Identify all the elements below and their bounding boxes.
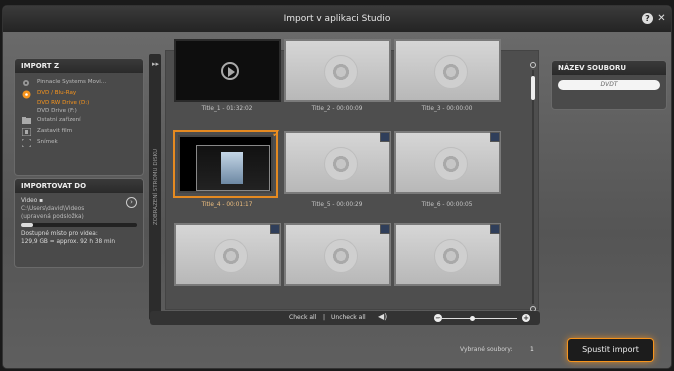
thumbnail-title-4[interactable]: ✓ <box>173 127 281 198</box>
thumbnail-title-6[interactable] <box>394 131 501 194</box>
thumbnail-title-5[interactable] <box>284 131 391 194</box>
drive-item-f[interactable]: DVD Drive (F:) <box>15 107 143 115</box>
speaker-icon[interactable]: ◀) <box>378 312 387 321</box>
separator: | <box>323 314 326 321</box>
scroll-thumb[interactable] <box>531 76 535 100</box>
film-icon <box>21 127 32 137</box>
source-label: Zastavit film <box>37 128 73 134</box>
source-label: Ostatní zařízení <box>37 117 81 123</box>
thumbnail-grid: Title_1 - 01:32:02 Title_2 - 00:00:09 Ti… <box>165 39 539 310</box>
disc-placeholder-icon <box>324 147 358 181</box>
checkbox[interactable] <box>490 132 500 142</box>
play-icon <box>221 62 239 80</box>
titlebar: Import v aplikaci Studio ? ✕ <box>3 6 671 32</box>
check-all-link[interactable]: Check all <box>289 314 316 321</box>
thumbnail-title-7[interactable] <box>174 223 281 286</box>
disc-placeholder-icon <box>214 239 248 273</box>
free-space-bar <box>21 223 137 227</box>
source-item-snapshot[interactable]: Snímek <box>15 137 143 148</box>
scroll-up-button[interactable] <box>530 62 536 68</box>
zoom-slider-track[interactable] <box>439 318 517 319</box>
thumbnail-title-3[interactable] <box>394 39 501 102</box>
disc-tree-tab[interactable]: ▸▸ ZOBRAZENÍ STROMU DISKU <box>149 54 161 320</box>
disc-icon <box>22 90 31 99</box>
free-space-label: Dostupné místo pro videa: <box>21 231 98 237</box>
destination-note: (upravená podsložka) <box>21 214 84 220</box>
disc-placeholder-icon <box>324 55 358 89</box>
disc-placeholder-icon <box>324 239 358 273</box>
thumbnail-caption: Title_6 - 00:00:05 <box>421 202 473 208</box>
frame-icon <box>21 138 32 148</box>
zoom-slider-knob[interactable] <box>470 316 475 321</box>
source-item-other-devices[interactable]: Ostatní zařízení <box>15 115 143 126</box>
thumbnail-caption: Title_3 - 00:00:00 <box>421 106 473 112</box>
scroll-track[interactable] <box>532 70 534 304</box>
source-item-dvd[interactable]: DVD / Blu-Ray <box>15 88 143 99</box>
gear-icon <box>22 79 30 86</box>
close-icon[interactable]: ✕ <box>656 13 667 24</box>
disc-tree-tab-label: ZOBRAZENÍ STROMU DISKU <box>153 148 159 226</box>
filename-header: NÁZEV SOUBORU <box>552 61 666 75</box>
source-label: DVD / Blu-Ray <box>37 90 77 96</box>
disc-placeholder-icon <box>434 147 468 181</box>
help-icon[interactable]: ? <box>642 13 653 24</box>
browse-folder-button[interactable]: › <box>126 197 137 208</box>
thumbnail-title-1[interactable] <box>174 39 281 102</box>
window-title: Import v aplikaci Studio <box>283 14 391 24</box>
folder-icon <box>22 117 31 124</box>
content-area: IMPORT Z Pinnacle Systems Movi... DVD / … <box>3 32 671 368</box>
import-from-header: IMPORT Z <box>15 59 143 73</box>
import-to-header: IMPORTOVAT DO <box>15 179 143 193</box>
import-to-panel: IMPORTOVAT DO Video ▪ C:\Users\david\Vid… <box>14 178 144 268</box>
import-from-panel: IMPORT Z Pinnacle Systems Movi... DVD / … <box>14 58 144 176</box>
video-label: Video <box>21 198 38 204</box>
destination-path: C:\Users\david\Videos <box>21 206 85 212</box>
thumbnail-title-9[interactable] <box>394 223 501 286</box>
disc-placeholder-icon <box>434 239 468 273</box>
selected-files-label: Vybrané soubory: <box>460 346 513 353</box>
grid-toolbar: Check all | Uncheck all ◀) − + <box>150 311 540 325</box>
thumbnail-image <box>196 145 270 191</box>
checkbox[interactable] <box>490 224 500 234</box>
checkbox[interactable] <box>380 132 390 142</box>
thumbnail-title-8[interactable] <box>284 223 391 286</box>
selected-files-count: 1 <box>530 346 534 353</box>
disc-placeholder-icon <box>434 55 468 89</box>
checkmark-icon[interactable]: ✓ <box>272 127 281 140</box>
source-label: Snímek <box>37 139 58 145</box>
filename-panel: NÁZEV SOUBORU DVDT <box>551 60 667 110</box>
zoom-in-button[interactable]: + <box>522 314 530 322</box>
free-space-value: 129,9 GB = approx. 92 h 38 min <box>21 239 115 245</box>
uncheck-all-link[interactable]: Uncheck all <box>331 314 366 321</box>
source-label: Pinnacle Systems Movi... <box>37 79 107 85</box>
checkbox[interactable] <box>380 224 390 234</box>
import-window: Import v aplikaci Studio ? ✕ IMPORT Z Pi… <box>3 6 671 368</box>
source-item-stop-motion[interactable]: Zastavit film <box>15 126 143 137</box>
source-item-pinnacle[interactable]: Pinnacle Systems Movi... <box>15 77 143 88</box>
drive-item-d[interactable]: DVD RW Drive (D:) <box>15 99 143 107</box>
start-import-button[interactable]: Spustit import <box>568 339 653 361</box>
vertical-scrollbar[interactable] <box>530 62 536 312</box>
thumbnail-title-2[interactable] <box>284 39 391 102</box>
checkbox[interactable] <box>270 224 280 234</box>
video-icon: ▪ <box>39 198 44 204</box>
expand-arrow-icon[interactable]: ▸▸ <box>152 60 159 68</box>
filename-field[interactable]: DVDT <box>558 80 660 90</box>
